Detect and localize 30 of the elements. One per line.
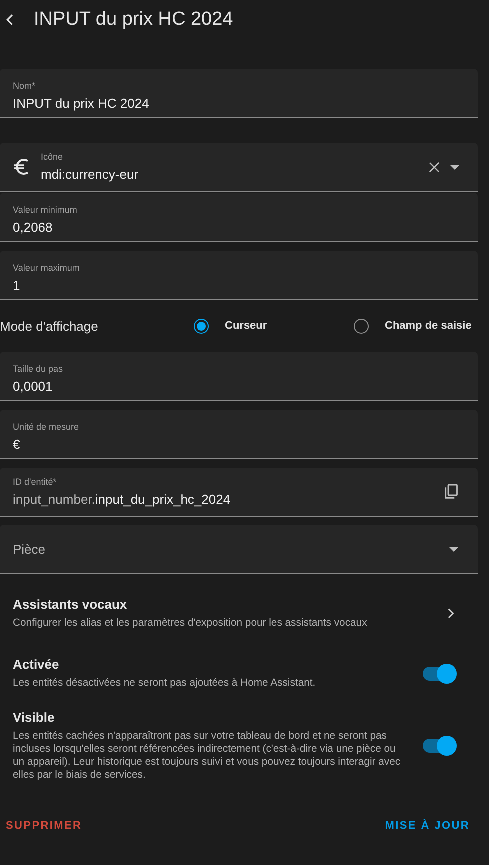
copy-icon[interactable] (445, 484, 459, 500)
chevron-right-icon (448, 608, 455, 619)
number-field[interactable]: Valeur minimum 0,2068 (0, 193, 478, 242)
clear-icon[interactable] (429, 162, 440, 172)
display-mode-label: Mode d'affichage (0, 318, 100, 334)
toggle-description: Les entités désactivées ne seront pas ajoutées à Home Assistant. (13, 677, 317, 690)
area-select[interactable]: Pièce (0, 525, 478, 574)
back-icon[interactable] (6, 14, 14, 26)
toggle-switch[interactable] (423, 739, 455, 753)
toggle-title: Visible (13, 710, 56, 725)
dropdown-arrow-icon[interactable] (450, 164, 460, 170)
text-field[interactable]: Unité de mesure € (0, 410, 478, 459)
update-button[interactable]: MISE À JOUR (385, 816, 470, 836)
euro-icon (13, 158, 31, 176)
page-title: INPUT du prix HC 2024 (34, 9, 234, 31)
voice-assistants-item[interactable]: Assistants vocaux Configurer les alias et les paramètres d'exposition pour les assistants vocaux (0, 597, 478, 630)
text-field[interactable]: Taille du pas 0,0001 (0, 352, 478, 401)
toggle-switch[interactable] (423, 666, 455, 680)
dropdown-arrow-icon (449, 546, 459, 552)
name-field[interactable]: Nom* INPUT du prix HC 2024 (0, 69, 478, 118)
radio-button[interactable] (194, 318, 209, 334)
delete-button[interactable]: SUPPRIMER (6, 816, 82, 836)
number-field[interactable]: Valeur maximum 1 (0, 251, 478, 300)
radio-label[interactable]: Champ de saisie (385, 320, 472, 332)
toggle-title: Activée (13, 657, 60, 672)
radio-button[interactable] (354, 318, 369, 334)
radio-label[interactable]: Curseur (225, 320, 268, 332)
toggle-description: Les entités cachées n'apparaîtront pas sur votre tableau de bord et ne seront pas incluses lorsqu'elles seront référencées indirectement (c'est-à-dire via une pièce ou un appareil). Leur historique est toujours suivi et vous pouvez toujours interagir avec elles par le biais de services. (13, 730, 402, 782)
entity-id-field[interactable]: ID d'entité* input_number.input_du_prix_hc_2024 (0, 468, 478, 517)
icon-picker-field[interactable]: Icône mdi:currency-eur (0, 143, 478, 192)
